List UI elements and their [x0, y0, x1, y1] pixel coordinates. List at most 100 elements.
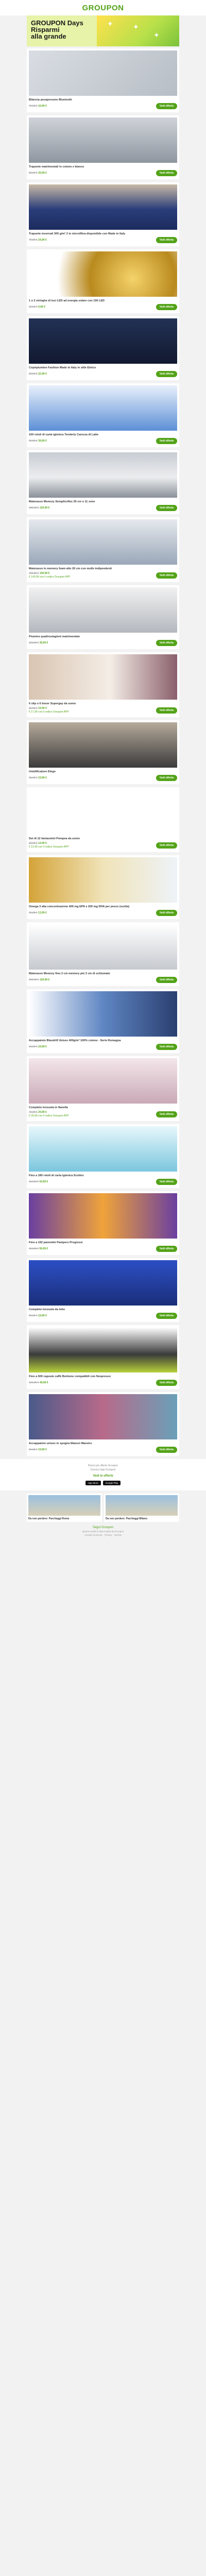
deal-title[interactable]: Materasso Memory Sempliceflex 26 cm o 11… — [29, 500, 132, 504]
deal-title[interactable]: Copripiumino Fashion Made in Italy in st… — [29, 366, 132, 370]
deal-title[interactable]: Fino a 192 pannolini Pampers Progressi — [29, 1241, 132, 1245]
view-deal-button[interactable]: Vedi offerta — [156, 438, 177, 444]
deal-image[interactable] — [29, 385, 177, 431]
view-deal-button[interactable]: Vedi offerta — [156, 103, 177, 109]
deal-card[interactable]: Materasso Memory Sempliceflex 26 cm o 11… — [27, 450, 179, 514]
deal-image[interactable] — [29, 991, 177, 1037]
deal-title[interactable]: Bilancia pesapersone Bluetooth — [29, 98, 132, 102]
deal-card[interactable]: Materasso in memory foam alto 26 cm con … — [27, 517, 179, 582]
view-deal-button[interactable]: Vedi offerta — [156, 170, 177, 176]
new-price: 9,99 € — [38, 305, 45, 309]
news-card[interactable]: Da non perdere: Parcheggi Roma — [27, 1494, 102, 1522]
deal-image[interactable] — [29, 587, 177, 633]
view-deal-button[interactable]: Vedi offerta — [156, 910, 177, 916]
deal-image[interactable] — [29, 1260, 177, 1306]
deal-card[interactable]: Bilancia pesapersone Bluetooth 49,99 € 16… — [27, 48, 179, 112]
deal-title[interactable]: Fino a 500 capsule caffè Borbone compati… — [29, 1375, 132, 1379]
view-deal-button[interactable]: Vedi offerta — [156, 572, 177, 579]
deal-image[interactable] — [29, 789, 177, 835]
deal-title[interactable]: Umidificatore Diego — [29, 770, 132, 774]
deal-title[interactable]: Completo lenzuola da letto — [29, 1308, 132, 1312]
news-card[interactable]: Da non perdere: Parcheggi Milano — [104, 1494, 179, 1522]
deal-image[interactable] — [29, 1058, 177, 1104]
deal-title[interactable]: Piumino quattrostagioni matrimoniale — [29, 635, 132, 639]
deal-image[interactable] — [29, 452, 177, 498]
deal-image[interactable] — [29, 1394, 177, 1439]
deal-card[interactable]: Completo lenzuola in flanella 79,99 € 29,… — [27, 1056, 179, 1121]
deal-card[interactable]: Piumino quattrostagioni matrimoniale 119,… — [27, 585, 179, 649]
view-deal-button[interactable]: Vedi offerta — [156, 1179, 177, 1185]
deal-title[interactable]: Fino a 180 rotoli di carta igienica Scot… — [29, 1174, 132, 1178]
deal-image[interactable] — [29, 654, 177, 700]
deal-card[interactable]: Copripiumino Fashion Made in Italy in st… — [27, 316, 179, 380]
deal-card[interactable]: Fino a 180 rotoli di carta igienica Scot… — [27, 1124, 179, 1188]
deal-card[interactable]: Completo lenzuola da letto 59,99 € 19,99 … — [27, 1258, 179, 1322]
deal-image[interactable] — [29, 857, 177, 903]
view-deal-button[interactable]: Vedi offerta — [156, 1246, 177, 1252]
deal-card[interactable]: Umidificatore Diego 39,99 € 19,99 € Vedi o… — [27, 720, 179, 784]
deal-title[interactable]: Trapunte invernali 300 g/m² 2 in microfi… — [29, 232, 132, 236]
deal-card[interactable]: 6 slip o 6 boxer Supergay da uomo 59,99 €… — [27, 652, 179, 717]
deal-card[interactable]: Accappatoio unisex in spugna Maison Maes… — [27, 1392, 179, 1456]
new-price: 24,99 € — [38, 238, 47, 242]
view-deal-button[interactable]: Vedi offerta — [156, 1313, 177, 1319]
deal-card[interactable]: Fino a 192 pannolini Pampers Progressi 11… — [27, 1191, 179, 1255]
deal-image[interactable] — [29, 519, 177, 565]
deal-title[interactable]: Accappatoio unisex in spugna Maison Maes… — [29, 1442, 132, 1446]
app-store-button[interactable]: App Store — [85, 1481, 101, 1485]
google-play-button[interactable]: Google Play — [102, 1481, 121, 1485]
deal-card[interactable]: Set di 12 fantasmini Pompea da uomo 39,99… — [27, 787, 179, 852]
deal-title[interactable]: Set di 12 fantasmini Pompea da uomo — [29, 837, 132, 841]
view-deal-button[interactable]: Vedi offerta — [156, 371, 177, 377]
deal-image[interactable] — [29, 318, 177, 364]
deal-price-row: 129,99 € 49,99 € Vedi offerta — [29, 1380, 177, 1386]
deal-card[interactable]: Omega 3 alta concentrazione 400 mg EPA e… — [27, 855, 179, 919]
view-deal-button[interactable]: Vedi offerta — [156, 1111, 177, 1117]
view-deal-button[interactable]: Vedi offerta — [156, 707, 177, 714]
view-deal-button[interactable]: Vedi offerta — [156, 775, 177, 781]
legal-line2[interactable]: Annulla iscrizione · Privacy · Termini — [27, 1534, 179, 1536]
deal-title[interactable]: Materasso in memory foam alto 26 cm con … — [29, 567, 132, 571]
groupon-logo[interactable]: GROUPON — [82, 4, 124, 12]
deal-price-row: 119,99 € 59,99 € Vedi offerta — [29, 1246, 177, 1252]
view-deal-button[interactable]: Vedi offerta — [156, 1447, 177, 1453]
deal-image[interactable] — [29, 924, 177, 970]
promo-banner[interactable]: GROUPON Days Risparmi alla grande ✦ ✦ ✦ — [27, 15, 179, 46]
view-deal-button[interactable]: Vedi offerta — [156, 842, 177, 849]
deal-title[interactable]: Materasso Memory fino 2 cm memory più 3 … — [29, 972, 132, 976]
deal-title[interactable]: 100 rotoli di carta igienica Tenderly Ca… — [29, 433, 132, 437]
deal-card[interactable]: Accappatoio Bluedrill Unisex 400g/m² 100… — [27, 989, 179, 1053]
app-code-price: € 26,99 con il codice Groupon APP — [29, 1114, 69, 1117]
old-price: 39,99 € — [29, 776, 38, 779]
more-deals-link[interactable]: Vedi le offerte — [27, 1475, 179, 1478]
deal-image[interactable] — [29, 117, 177, 163]
view-deal-button[interactable]: Vedi offerta — [156, 977, 177, 983]
deal-image[interactable] — [29, 50, 177, 96]
deal-title[interactable]: Trapunte matrimoniali in cotone e bianco — [29, 165, 132, 169]
deal-price-row: 29,99 € 13,99 € Vedi offerta — [29, 910, 177, 916]
view-deal-button[interactable]: Vedi offerta — [156, 304, 177, 310]
deal-title[interactable]: 1 o 2 stringhe di luci LED ad energia so… — [29, 299, 132, 303]
view-deal-button[interactable]: Vedi offerta — [156, 1380, 177, 1386]
deal-image[interactable] — [29, 722, 177, 768]
deal-card[interactable]: 1 o 2 stringhe di luci LED ad energia so… — [27, 249, 179, 313]
deal-card[interactable]: Trapunte invernali 300 g/m² 2 in microfi… — [27, 182, 179, 246]
deal-image[interactable] — [29, 251, 177, 297]
view-deal-button[interactable]: Vedi offerta — [156, 237, 177, 243]
deal-title[interactable]: 6 slip o 6 boxer Supergay da uomo — [29, 702, 132, 706]
deal-title[interactable]: Omega 3 alta concentrazione 400 mg EPA e… — [29, 905, 132, 909]
view-deal-button[interactable]: Vedi offerta — [156, 1044, 177, 1050]
social-links[interactable]: Segui Groupon — [27, 1526, 179, 1529]
deal-card[interactable]: Trapunte matrimoniali in cotone e bianco… — [27, 115, 179, 179]
view-deal-button[interactable]: Vedi offerta — [156, 505, 177, 511]
deal-card[interactable]: 100 rotoli di carta igienica Tenderly Ca… — [27, 383, 179, 447]
deal-image[interactable] — [29, 184, 177, 230]
deal-card[interactable]: Materasso Memory fino 2 cm memory più 3 … — [27, 922, 179, 986]
deal-title[interactable]: Completo lenzuola in flanella — [29, 1106, 132, 1110]
deal-card[interactable]: Fino a 500 capsule caffè Borbone compati… — [27, 1325, 179, 1389]
deal-image[interactable] — [29, 1193, 177, 1239]
deal-image[interactable] — [29, 1126, 177, 1172]
view-deal-button[interactable]: Vedi offerta — [156, 640, 177, 646]
deal-title[interactable]: Accappatoio Bluedrill Unisex 400g/m² 100… — [29, 1039, 132, 1043]
deal-image[interactable] — [29, 1327, 177, 1372]
